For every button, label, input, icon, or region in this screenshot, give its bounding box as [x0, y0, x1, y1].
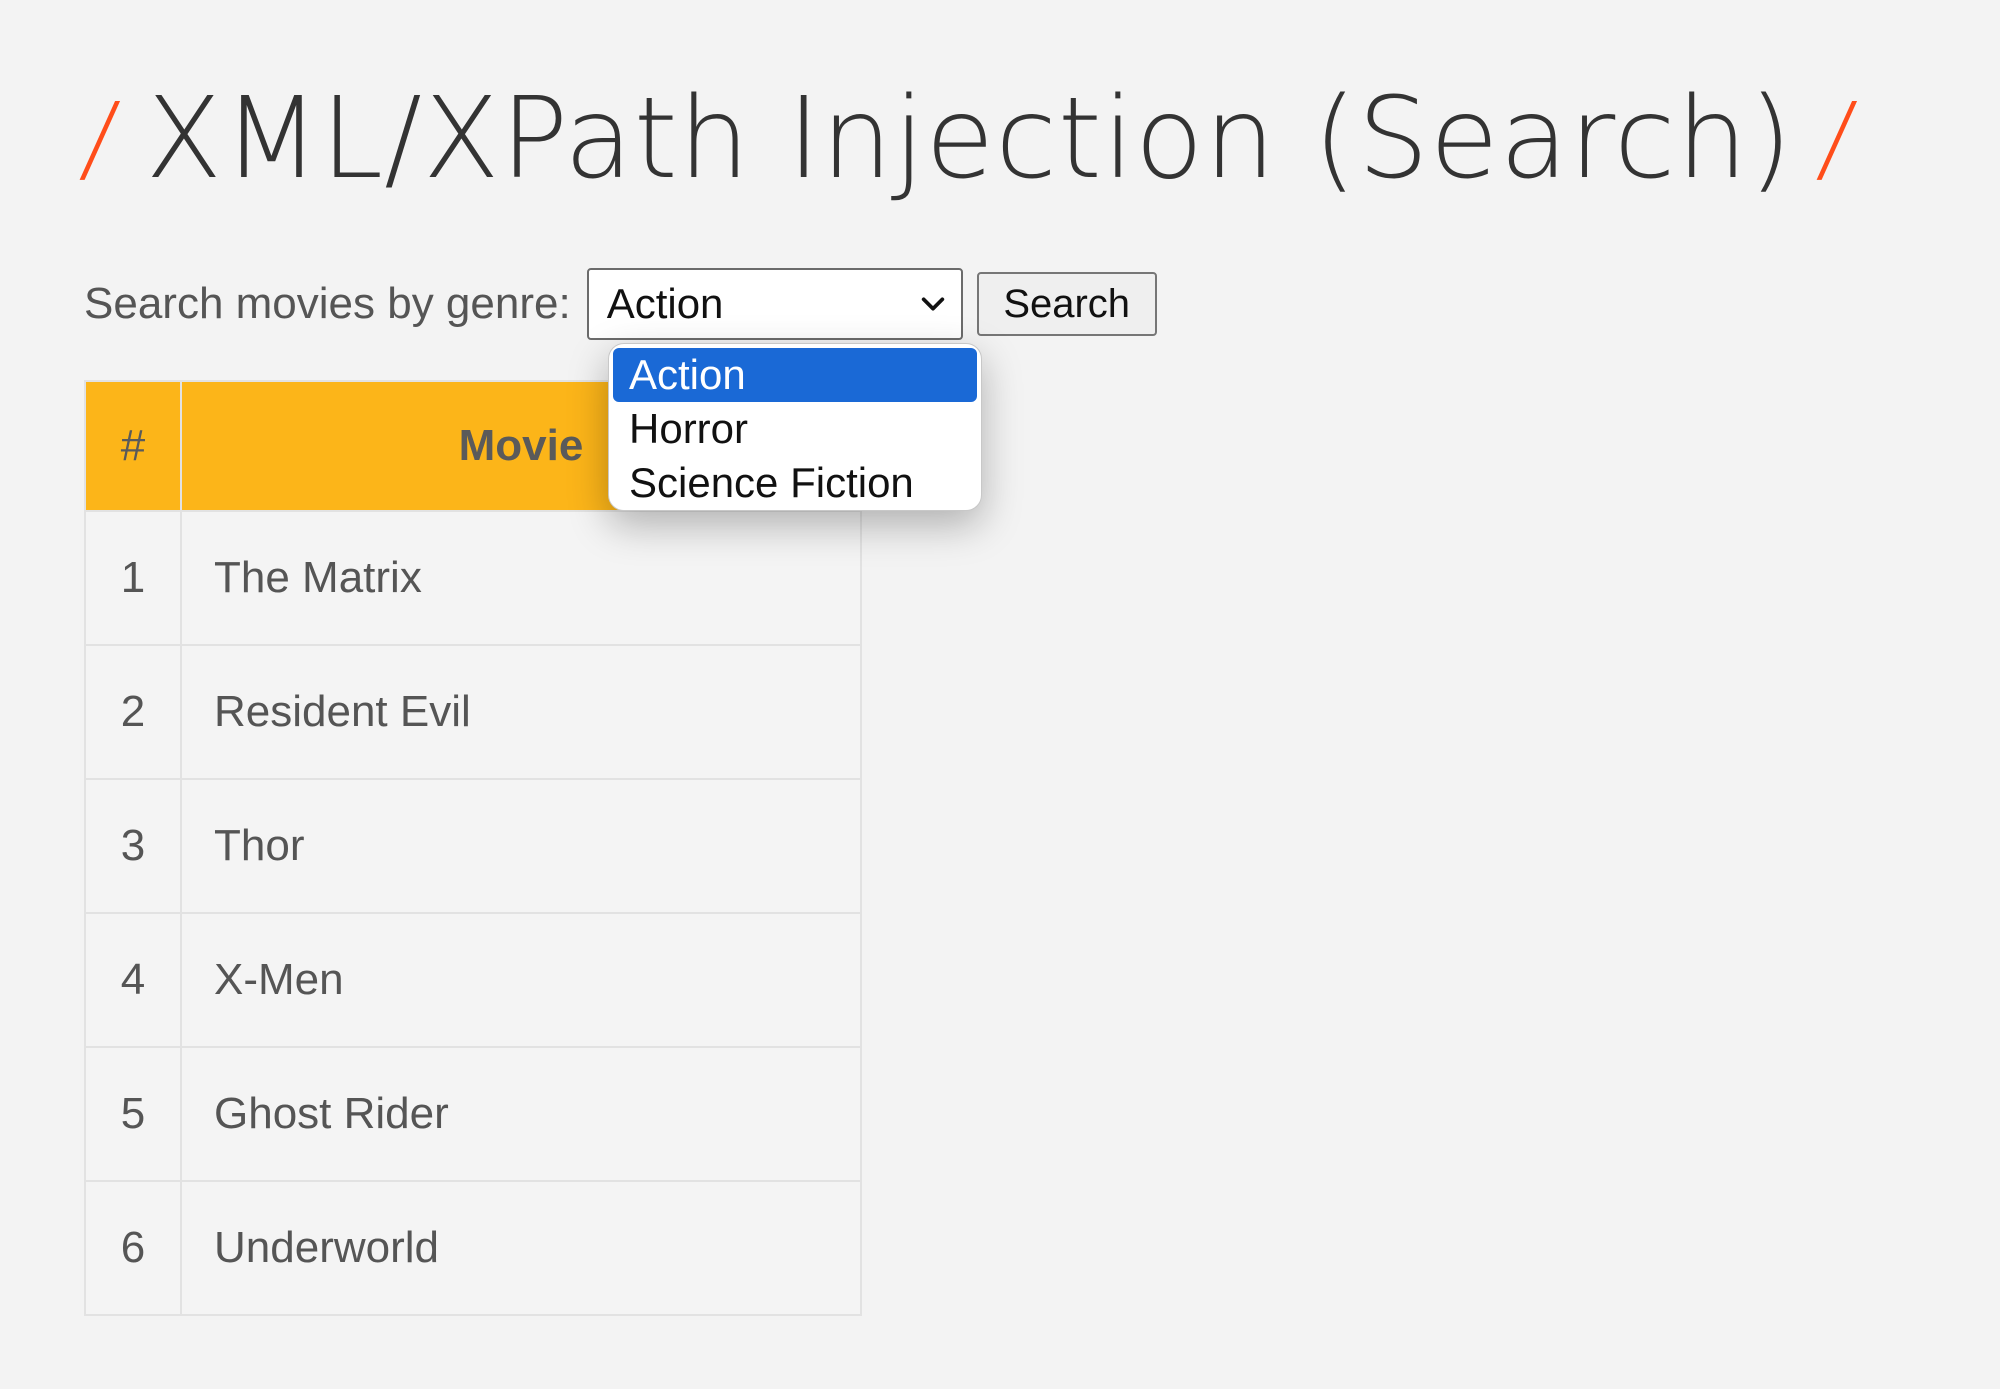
table-row: 4 X-Men	[84, 912, 862, 1048]
genre-select[interactable]: Action	[586, 268, 963, 340]
chevron-down-icon	[921, 297, 944, 311]
genre-dropdown-list: Action Horror Science Fiction	[608, 343, 982, 511]
genre-option-science-fiction[interactable]: Science Fiction	[609, 456, 981, 510]
column-header-number: #	[84, 380, 182, 512]
movie-title: X-Men	[180, 912, 862, 1048]
movie-title: Underworld	[180, 1180, 862, 1316]
genre-option-action[interactable]: Action	[613, 348, 977, 402]
movie-title: Thor	[180, 778, 862, 914]
title-left-slash: /	[76, 82, 126, 194]
title-right-slash: /	[1813, 82, 1863, 194]
search-button[interactable]: Search	[976, 272, 1157, 336]
table-row: 2 Resident Evil	[84, 644, 862, 780]
table-row: 3 Thor	[84, 778, 862, 914]
table-row: 5 Ghost Rider	[84, 1046, 862, 1182]
movie-title: Resident Evil	[180, 644, 862, 780]
row-number: 1	[84, 510, 182, 646]
row-number: 6	[84, 1180, 182, 1316]
genre-option-horror[interactable]: Horror	[609, 402, 981, 456]
row-number: 2	[84, 644, 182, 780]
row-number: 4	[84, 912, 182, 1048]
table-row: 6 Underworld	[84, 1180, 862, 1316]
search-form: Search movies by genre: Action Search	[84, 268, 1157, 340]
row-number: 5	[84, 1046, 182, 1182]
movies-table: # Movie 1 The Matrix 2 Resident Evil 3 T…	[84, 380, 862, 1316]
movie-title: The Matrix	[180, 510, 862, 646]
movie-title: Ghost Rider	[180, 1046, 862, 1182]
page-title: / XML/XPath Injection (Search) /	[76, 58, 1862, 219]
row-number: 3	[84, 778, 182, 914]
page-title-text: XML/XPath Injection (Search)	[145, 74, 1794, 204]
table-row: 1 The Matrix	[84, 510, 862, 646]
genre-label: Search movies by genre:	[84, 279, 571, 328]
genre-select-value: Action	[606, 280, 724, 327]
page: / XML/XPath Injection (Search) / Search mo…	[0, 0, 2000, 1389]
